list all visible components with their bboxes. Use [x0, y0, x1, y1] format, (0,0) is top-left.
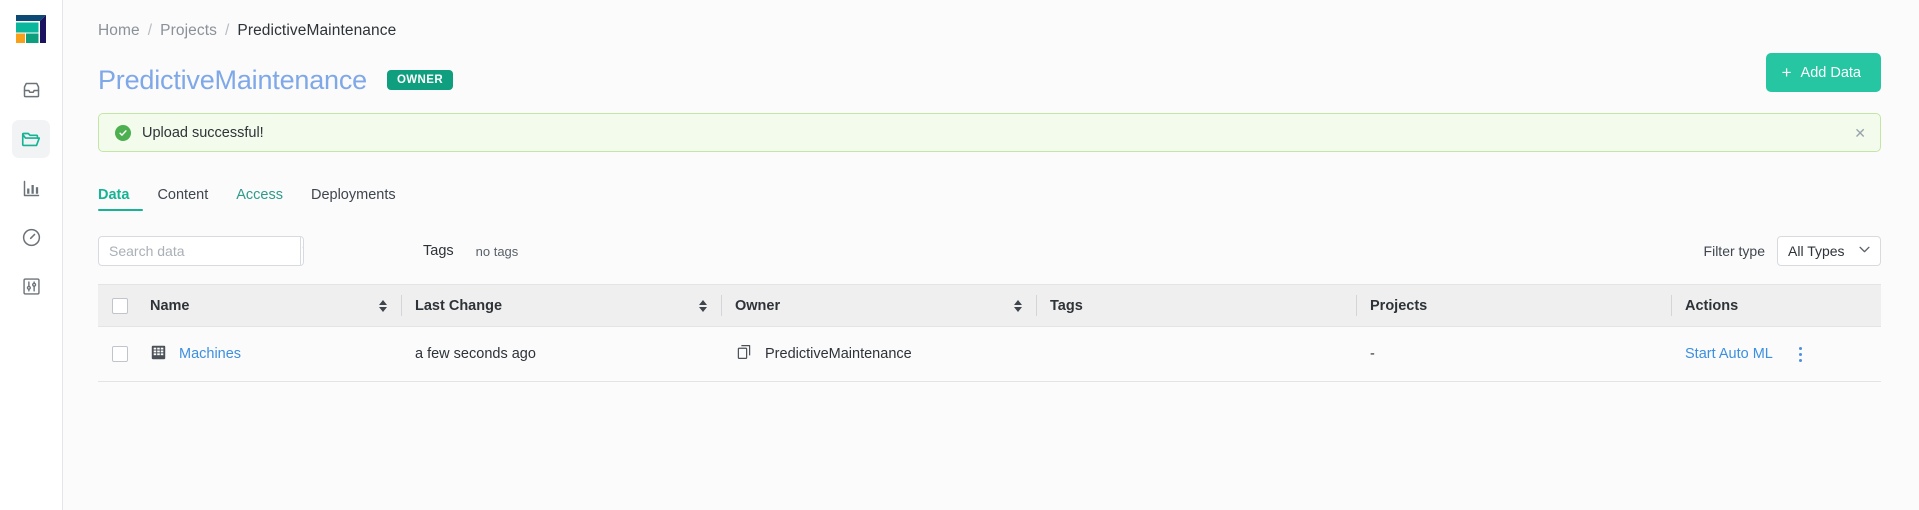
close-icon[interactable]: ✕	[1854, 126, 1866, 140]
search-box	[98, 236, 304, 266]
column-owner-label: Owner	[735, 298, 780, 314]
breadcrumb: Home / Projects / PredictiveMaintenance	[98, 0, 1881, 40]
row-select-cell	[98, 327, 136, 382]
breadcrumb-separator: /	[225, 22, 229, 40]
bar-chart-icon	[21, 178, 42, 199]
sort-icon-owner[interactable]	[1014, 300, 1022, 312]
search-icon	[301, 241, 304, 261]
sidebar-item-settings[interactable]	[12, 267, 50, 305]
column-actions-label: Actions	[1685, 298, 1738, 314]
table-header-row: Name Last Change Owner	[98, 285, 1881, 327]
select-all-checkbox[interactable]	[112, 298, 128, 314]
tab-access[interactable]: Access	[222, 188, 297, 212]
tab-data[interactable]: Data	[98, 188, 143, 212]
column-projects: Projects	[1356, 285, 1671, 327]
tab-bar: Data Content Access Deployments	[98, 177, 1881, 211]
sort-icon-last-change[interactable]	[699, 300, 707, 312]
plus-icon: +	[1782, 64, 1792, 81]
cell-last-change: a few seconds ago	[401, 327, 721, 382]
add-data-label: Add Data	[1801, 65, 1861, 81]
filter-bar: Tags no tags Filter type All Types	[98, 236, 1881, 266]
filter-type-group: Filter type All Types	[1704, 236, 1881, 266]
column-name[interactable]: Name	[136, 285, 401, 327]
breadcrumb-item-projects[interactable]: Projects	[160, 22, 217, 40]
tab-deployments[interactable]: Deployments	[297, 188, 410, 212]
sort-icon-name[interactable]	[379, 300, 387, 312]
table-header: Name Last Change Owner	[98, 285, 1881, 327]
alert-message: Upload successful!	[142, 125, 264, 141]
gauge-icon	[21, 227, 42, 248]
row-owner: PredictiveMaintenance	[765, 346, 912, 362]
row-last-change: a few seconds ago	[415, 346, 536, 362]
table-data-icon	[150, 344, 167, 365]
sliders-icon	[21, 276, 42, 297]
status-badge-owner: OWNER	[387, 70, 453, 91]
chevron-down-icon	[1859, 246, 1870, 256]
cell-name: Machines	[136, 327, 401, 382]
search-button[interactable]	[300, 237, 304, 265]
copy-stack-icon	[735, 343, 753, 365]
table-row: Machines a few seconds ago	[98, 327, 1881, 382]
page-header: PredictiveMaintenance OWNER + Add Data	[98, 62, 1881, 98]
cell-actions: Start Auto ML	[1671, 327, 1881, 382]
main-content: Home / Projects / PredictiveMaintenance …	[63, 0, 1919, 510]
page-title: PredictiveMaintenance	[98, 64, 367, 96]
breadcrumb-item-home[interactable]: Home	[98, 22, 140, 40]
row-projects: -	[1370, 346, 1375, 362]
tab-content[interactable]: Content	[143, 188, 222, 212]
cell-tags	[1036, 327, 1356, 382]
row-name-link[interactable]: Machines	[179, 346, 241, 362]
cell-projects: -	[1356, 327, 1671, 382]
sidebar-item-monitoring[interactable]	[12, 218, 50, 256]
tags-value: no tags	[476, 244, 519, 259]
column-last-change[interactable]: Last Change	[401, 285, 721, 327]
column-tags: Tags	[1036, 285, 1356, 327]
column-owner[interactable]: Owner	[721, 285, 1036, 327]
tags-label: Tags	[423, 243, 454, 259]
sidebar-item-projects[interactable]	[12, 120, 50, 158]
row-checkbox[interactable]	[112, 346, 128, 362]
column-last-change-label: Last Change	[415, 298, 502, 314]
filter-type-value: All Types	[1788, 243, 1845, 259]
success-alert: Upload successful! ✕	[98, 113, 1881, 152]
app-root: Home / Projects / PredictiveMaintenance …	[0, 0, 1919, 510]
inbox-icon	[21, 80, 42, 101]
table-body: Machines a few seconds ago	[98, 327, 1881, 382]
filter-type-label: Filter type	[1704, 243, 1765, 259]
check-circle-icon	[115, 125, 131, 141]
left-nav-rail	[0, 0, 63, 510]
breadcrumb-item-current: PredictiveMaintenance	[237, 22, 396, 40]
column-select-all	[98, 285, 136, 327]
app-logo[interactable]	[12, 9, 50, 47]
kebab-menu-icon[interactable]	[1799, 347, 1802, 362]
sidebar-item-analytics[interactable]	[12, 169, 50, 207]
column-actions: Actions	[1671, 285, 1881, 327]
search-input[interactable]	[99, 237, 300, 265]
filter-type-select[interactable]: All Types	[1777, 236, 1881, 266]
add-data-button[interactable]: + Add Data	[1766, 53, 1881, 92]
cell-owner: PredictiveMaintenance	[721, 327, 1036, 382]
column-projects-label: Projects	[1370, 298, 1427, 314]
column-tags-label: Tags	[1050, 298, 1083, 314]
folder-open-icon	[20, 128, 42, 150]
data-table: Name Last Change Owner	[98, 284, 1881, 382]
breadcrumb-separator: /	[148, 22, 152, 40]
column-name-label: Name	[150, 298, 190, 314]
start-auto-ml-link[interactable]: Start Auto ML	[1685, 346, 1773, 362]
sidebar-item-inbox[interactable]	[12, 71, 50, 109]
